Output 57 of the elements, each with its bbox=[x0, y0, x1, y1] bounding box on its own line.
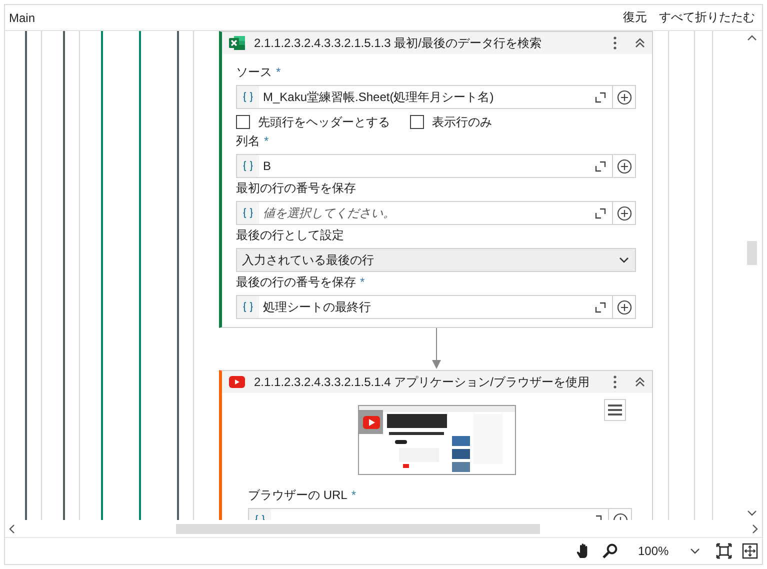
action-title: 2.1.1.2.3.2.4.3.3.2.1.5.1.4 アプリケーション/ブラウザーを使用 bbox=[254, 374, 590, 391]
double-chevron-up-icon[interactable] bbox=[634, 37, 646, 50]
kebab-icon[interactable] bbox=[613, 375, 617, 390]
add-variable-button[interactable] bbox=[613, 154, 636, 178]
chevron-down-icon[interactable] bbox=[690, 548, 700, 554]
scroll-up-button[interactable] bbox=[747, 35, 757, 42]
chevron-down-icon bbox=[619, 257, 629, 264]
card-header[interactable]: 2.1.1.2.3.2.4.3.3.2.1.5.1.4 アプリケーション/ブラウザーを使用 bbox=[222, 371, 652, 394]
checkbox[interactable]: 先頭行をヘッダーとする bbox=[236, 114, 390, 131]
field-label: ソース bbox=[236, 64, 272, 81]
field-label: 最初の行の番号を保存 bbox=[236, 180, 356, 197]
zoom-icon[interactable] bbox=[602, 542, 618, 559]
restore-button[interactable]: 復元 bbox=[620, 9, 650, 26]
input-field[interactable]: M_Kaku堂練習帳.Sheet(処理年月シート名) bbox=[236, 85, 613, 110]
menu-button[interactable] bbox=[604, 399, 626, 422]
expand-icon[interactable] bbox=[595, 302, 606, 313]
add-variable-button[interactable] bbox=[613, 201, 636, 226]
spreadsheet-icon bbox=[229, 35, 245, 52]
scrollbar-thumb[interactable] bbox=[176, 524, 540, 534]
scrollbar-thumb[interactable] bbox=[747, 241, 757, 266]
connector-arrow bbox=[432, 328, 440, 370]
plus-icon[interactable] bbox=[616, 300, 632, 315]
subflow-title: Main bbox=[9, 10, 36, 25]
required-mark: * bbox=[264, 134, 269, 148]
add-variable-button[interactable] bbox=[613, 295, 636, 320]
field-label: 最後の行として設定 bbox=[236, 226, 344, 244]
expand-icon[interactable] bbox=[595, 160, 606, 172]
add-variable-button[interactable] bbox=[613, 85, 636, 110]
input-field[interactable]: B bbox=[236, 154, 613, 178]
collapse-all-button[interactable]: すべて折りたたむ bbox=[656, 9, 758, 26]
field-label: ブラウザーの URL bbox=[248, 486, 348, 504]
scroll-right-button[interactable] bbox=[752, 524, 758, 534]
play-icon bbox=[229, 376, 245, 388]
input-field[interactable]: 処理シートの最終行 bbox=[236, 295, 613, 320]
expand-icon[interactable] bbox=[595, 92, 606, 103]
field-label: 最後の行の番号を保存 bbox=[236, 274, 356, 291]
required-mark: * bbox=[276, 65, 281, 80]
plus-icon[interactable] bbox=[616, 90, 632, 105]
menu-icon[interactable] bbox=[608, 404, 622, 416]
required-mark: * bbox=[351, 488, 356, 502]
scroll-down-button[interactable] bbox=[747, 510, 757, 516]
input-field[interactable]: 値を選択してください。 bbox=[236, 201, 613, 226]
required-mark: * bbox=[360, 275, 365, 290]
scroll-left-button[interactable] bbox=[9, 524, 15, 534]
field-label: 列名 bbox=[236, 132, 260, 150]
fit-to-screen-icon[interactable] bbox=[716, 542, 732, 559]
plus-icon[interactable] bbox=[616, 206, 632, 221]
card-header[interactable]: 2.1.1.2.3.2.4.3.3.2.1.5.1.3 最初/最後のデータ行を検索 bbox=[222, 32, 652, 54]
double-chevron-up-icon[interactable] bbox=[634, 376, 646, 388]
action-title: 2.1.1.2.3.2.4.3.3.2.1.5.1.3 最初/最後のデータ行を検索 bbox=[254, 34, 542, 52]
checkbox[interactable]: 表示行のみ bbox=[410, 114, 492, 131]
zoom-dropdown[interactable]: 100% bbox=[634, 544, 700, 558]
expand-icon[interactable] bbox=[595, 208, 606, 219]
plus-icon[interactable] bbox=[616, 158, 632, 174]
kebab-icon[interactable] bbox=[613, 36, 617, 50]
minimap-icon[interactable] bbox=[742, 542, 758, 559]
dropdown[interactable]: 入力されている最後の行 bbox=[236, 248, 636, 272]
